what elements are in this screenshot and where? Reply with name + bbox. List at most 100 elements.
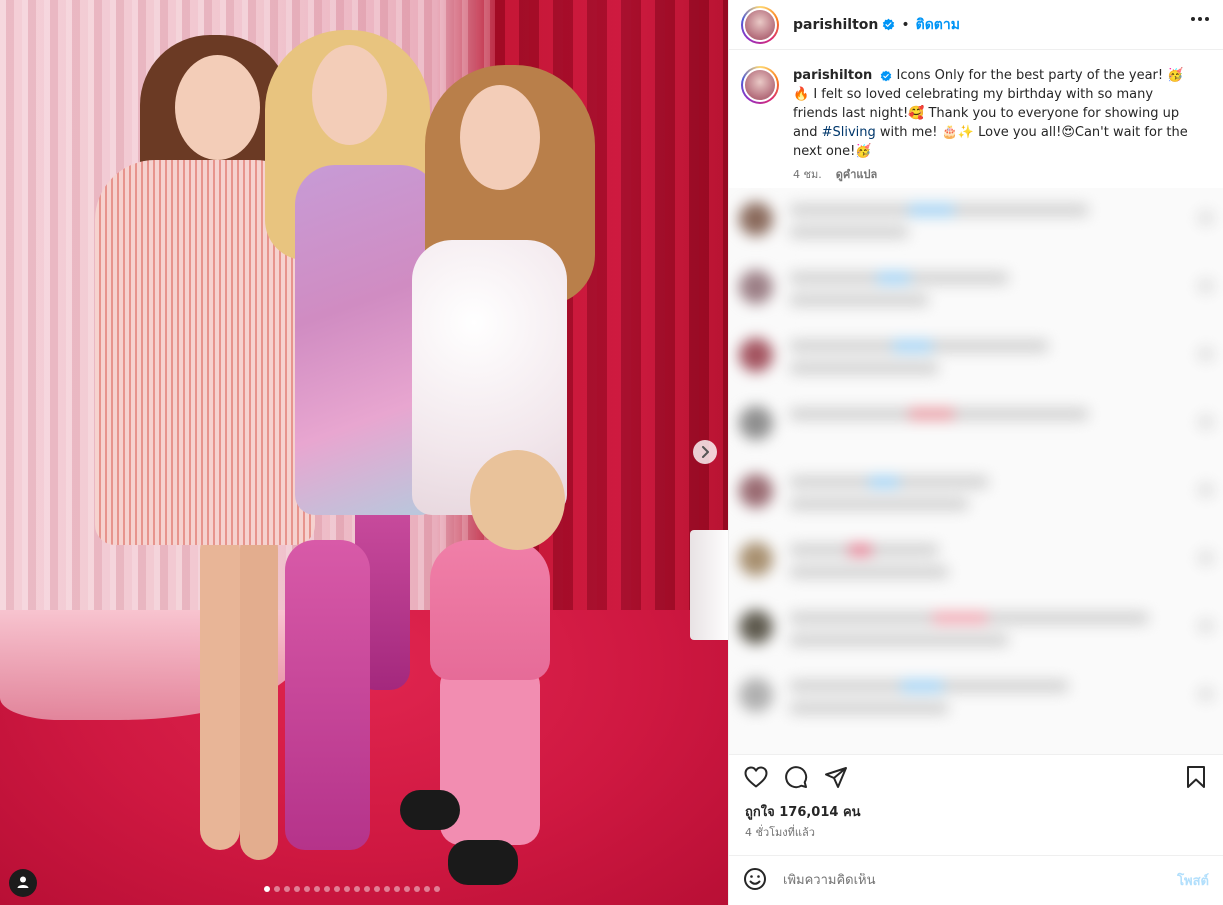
see-translation-link[interactable]: ดูคำแปล xyxy=(836,165,878,184)
comment-text-line xyxy=(789,294,929,306)
hashtag-link[interactable]: #Sliving xyxy=(822,125,876,140)
comment-like-icon xyxy=(1199,416,1213,428)
comment-avatar xyxy=(739,610,773,644)
next-slide-button[interactable] xyxy=(693,440,717,464)
comment-like-icon xyxy=(1199,620,1213,632)
post-comment-button[interactable]: โพสต์ xyxy=(1177,870,1209,891)
avatar[interactable] xyxy=(741,5,779,44)
comment-input[interactable] xyxy=(783,873,1178,888)
child-shoe xyxy=(400,790,460,830)
carousel-dot xyxy=(424,886,430,892)
person-2-face xyxy=(312,45,387,145)
comment-avatar xyxy=(739,202,773,236)
carousel-dot xyxy=(324,886,330,892)
comment-like-icon xyxy=(1199,212,1213,224)
share-icon xyxy=(824,765,848,793)
comment-text-line xyxy=(789,612,1149,624)
comment-icon xyxy=(784,765,808,793)
comment-row xyxy=(739,262,1213,330)
person-1-leg xyxy=(200,530,240,850)
like-button[interactable] xyxy=(743,766,769,792)
person-2-boot xyxy=(285,540,370,850)
caption-age: 4 ชม. xyxy=(793,168,822,181)
comment-row xyxy=(739,602,1213,670)
follow-button[interactable]: ติดตาม xyxy=(916,14,960,36)
post-header: parishilton • ติดตาม xyxy=(729,0,1223,50)
white-pedestal xyxy=(690,530,728,640)
comment-like-icon xyxy=(1199,552,1213,564)
post-author-username[interactable]: parishilton xyxy=(793,17,878,33)
comment-like-icon xyxy=(1199,280,1213,292)
more-options-icon[interactable] xyxy=(1191,17,1209,21)
person-3-face xyxy=(460,85,540,190)
post-media[interactable] xyxy=(0,0,728,905)
person-1-leg xyxy=(240,530,278,860)
comment-text-line xyxy=(789,498,969,510)
caption-username[interactable]: parishilton xyxy=(793,68,872,83)
header-separator: • xyxy=(901,16,910,33)
comment-avatar xyxy=(739,338,773,372)
caption: parishilton Icons Only for the best part… xyxy=(729,50,1223,188)
carousel-dot xyxy=(384,886,390,892)
post-side-panel: parishilton • ติดตาม parishilton Icons O… xyxy=(728,0,1223,905)
carousel-dot xyxy=(354,886,360,892)
comment-avatar xyxy=(739,542,773,576)
carousel-dot xyxy=(414,886,420,892)
comment-text-line xyxy=(789,634,1009,646)
blurred-comments xyxy=(729,188,1223,744)
comment-like-icon xyxy=(1199,484,1213,496)
comment-like-icon xyxy=(1199,688,1213,700)
heart-icon xyxy=(744,766,768,792)
comment-row xyxy=(739,330,1213,398)
comment-avatar xyxy=(739,678,773,712)
avatar[interactable] xyxy=(741,66,779,104)
save-button[interactable] xyxy=(1183,765,1209,793)
person-1-face xyxy=(175,55,260,160)
caption-meta: 4 ชม. ดูคำแปล xyxy=(793,165,1193,184)
comment-button[interactable] xyxy=(783,765,809,793)
comment-row xyxy=(739,194,1213,262)
emoji-icon[interactable] xyxy=(743,867,767,895)
comments-list-blurred[interactable] xyxy=(729,188,1223,754)
comment-like-icon xyxy=(1199,348,1213,360)
comment-row xyxy=(739,398,1213,466)
post-timestamp[interactable]: 4 ชั่วโมงที่แล้ว xyxy=(729,824,1223,854)
comment-text-line xyxy=(789,272,1009,284)
carousel-dot xyxy=(344,886,350,892)
chevron-right-icon xyxy=(700,443,710,462)
instagram-post-view: parishilton • ติดตาม parishilton Icons O… xyxy=(0,0,1223,905)
carousel-dot xyxy=(394,886,400,892)
verified-badge-icon xyxy=(882,18,895,31)
action-bar xyxy=(729,754,1223,802)
child-head xyxy=(470,450,565,550)
child-pink-jacket xyxy=(430,540,550,680)
carousel-dot xyxy=(294,886,300,892)
comment-text-line xyxy=(789,340,1049,352)
carousel-dot xyxy=(334,886,340,892)
comment-text-line xyxy=(789,226,909,238)
comment-text-line xyxy=(789,362,939,374)
comment-avatar xyxy=(739,474,773,508)
carousel-dot xyxy=(264,886,270,892)
carousel-indicator xyxy=(264,886,440,892)
add-comment-bar: โพสต์ xyxy=(729,855,1223,905)
comment-text-line xyxy=(789,204,1089,216)
carousel-dot xyxy=(304,886,310,892)
comment-row xyxy=(739,466,1213,534)
bookmark-icon xyxy=(1186,765,1206,793)
carousel-dot xyxy=(404,886,410,892)
carousel-dot xyxy=(364,886,370,892)
carousel-dot xyxy=(434,886,440,892)
comment-text-line xyxy=(789,408,1089,420)
tagged-user-icon xyxy=(16,874,30,893)
tagged-users-button[interactable] xyxy=(9,869,37,897)
comment-text-line xyxy=(789,544,939,556)
caption-body: parishilton Icons Only for the best part… xyxy=(793,66,1193,188)
carousel-dot xyxy=(284,886,290,892)
comment-row xyxy=(739,534,1213,602)
share-button[interactable] xyxy=(823,766,849,792)
comment-text-line xyxy=(789,476,989,488)
likes-count[interactable]: ถูกใจ 176,014 คน xyxy=(729,802,1223,824)
comment-row xyxy=(739,670,1213,738)
verified-badge-icon xyxy=(880,70,892,82)
